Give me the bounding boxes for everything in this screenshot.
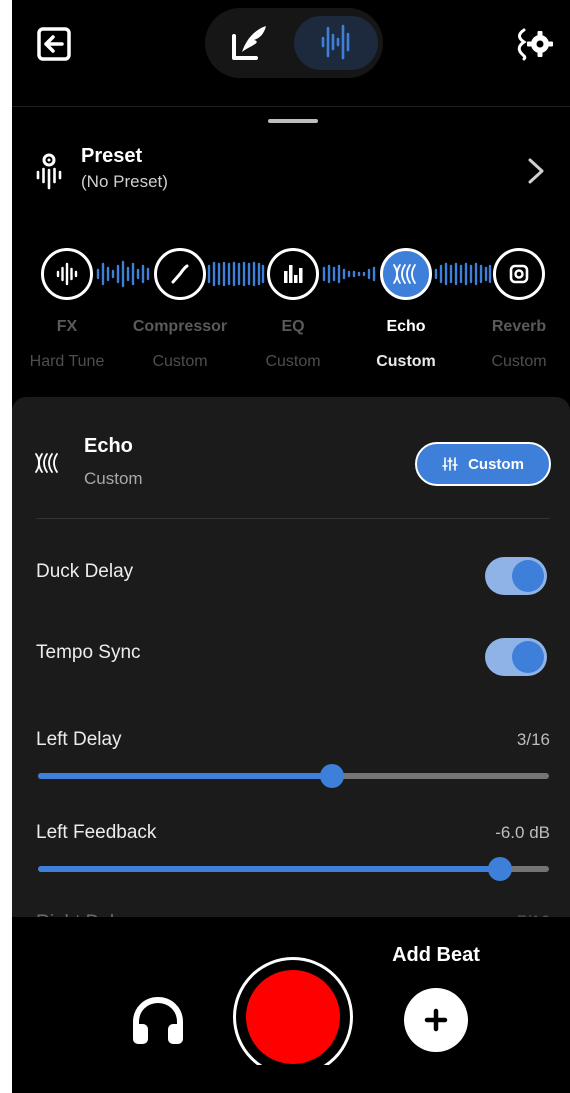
left-delay-label: Left Delay	[36, 729, 122, 750]
left-feedback-slider[interactable]	[38, 857, 549, 881]
slider-fill	[38, 866, 501, 872]
left-delay-slider[interactable]	[38, 764, 549, 788]
headphones-icon	[133, 996, 183, 1044]
monitor-button[interactable]	[130, 996, 186, 1046]
eq-node[interactable]	[267, 248, 319, 300]
reverb-node[interactable]	[493, 248, 545, 300]
reverb-value: Custom	[491, 353, 547, 370]
waveform-icon	[321, 24, 350, 60]
preset-subtitle[interactable]: (No Preset)	[81, 172, 168, 192]
audio-mode-button[interactable]	[312, 20, 360, 64]
feather-icon	[232, 26, 266, 60]
settings-button[interactable]	[512, 24, 556, 64]
eq-bars-icon	[284, 265, 303, 283]
eq-name: EQ	[281, 318, 305, 335]
toggle-knob	[512, 560, 544, 592]
app-screen: Preset (No Preset) FX Compressor EQ Echo…	[12, 0, 570, 1093]
fx-node[interactable]	[41, 248, 93, 300]
preset-title[interactable]: Preset	[81, 145, 142, 168]
echo-value: Custom	[376, 353, 436, 370]
echo-name: Echo	[386, 318, 426, 335]
duck-delay-toggle[interactable]	[485, 557, 547, 595]
music-settings-icon	[517, 28, 553, 61]
tempo-sync-label: Tempo Sync	[36, 642, 141, 663]
plus-icon	[424, 1008, 448, 1032]
compressor-curve-icon	[171, 264, 189, 284]
toggle-knob	[512, 641, 544, 673]
slider-thumb[interactable]	[319, 764, 344, 788]
compressor-value: Custom	[152, 353, 208, 370]
left-feedback-label: Left Feedback	[36, 822, 157, 843]
reverb-speaker-icon	[509, 264, 529, 284]
compressor-node[interactable]	[154, 248, 206, 300]
add-beat-label: Add Beat	[392, 944, 480, 966]
sliders-icon	[442, 457, 458, 471]
tempo-sync-toggle[interactable]	[485, 638, 547, 676]
top-divider	[12, 106, 570, 107]
fx-waveform-icon	[56, 262, 78, 286]
preset-icon	[32, 150, 66, 190]
echo-icon	[393, 264, 416, 284]
eq-value: Custom	[265, 353, 321, 370]
preset-chevron[interactable]	[524, 154, 548, 188]
panel-subtitle: Custom	[84, 469, 143, 488]
panel-divider	[36, 518, 550, 519]
exit-button[interactable]	[34, 24, 74, 64]
left-feedback-value: -6.0 dB	[495, 823, 550, 842]
custom-button[interactable]: Custom	[415, 442, 551, 486]
lyrics-mode-button[interactable]	[228, 20, 272, 64]
echo-icon	[34, 452, 64, 474]
system-nav-strip	[12, 1065, 570, 1093]
record-dot	[246, 970, 340, 1064]
echo-node[interactable]	[380, 248, 432, 300]
add-beat-button[interactable]	[404, 988, 468, 1052]
sheet-drag-handle[interactable]	[268, 119, 318, 123]
duck-delay-label: Duck Delay	[36, 561, 134, 582]
custom-button-label: Custom	[468, 455, 524, 473]
chevron-right-icon	[528, 158, 544, 184]
slider-fill	[38, 773, 332, 779]
record-button[interactable]	[233, 957, 353, 1077]
compressor-name: Compressor	[132, 318, 228, 335]
exit-icon	[37, 27, 71, 61]
fx-name: FX	[56, 318, 78, 335]
panel-title: Echo	[84, 435, 133, 457]
reverb-name: Reverb	[491, 318, 547, 335]
left-delay-value: 3/16	[516, 730, 550, 749]
fx-value: Hard Tune	[29, 353, 105, 370]
